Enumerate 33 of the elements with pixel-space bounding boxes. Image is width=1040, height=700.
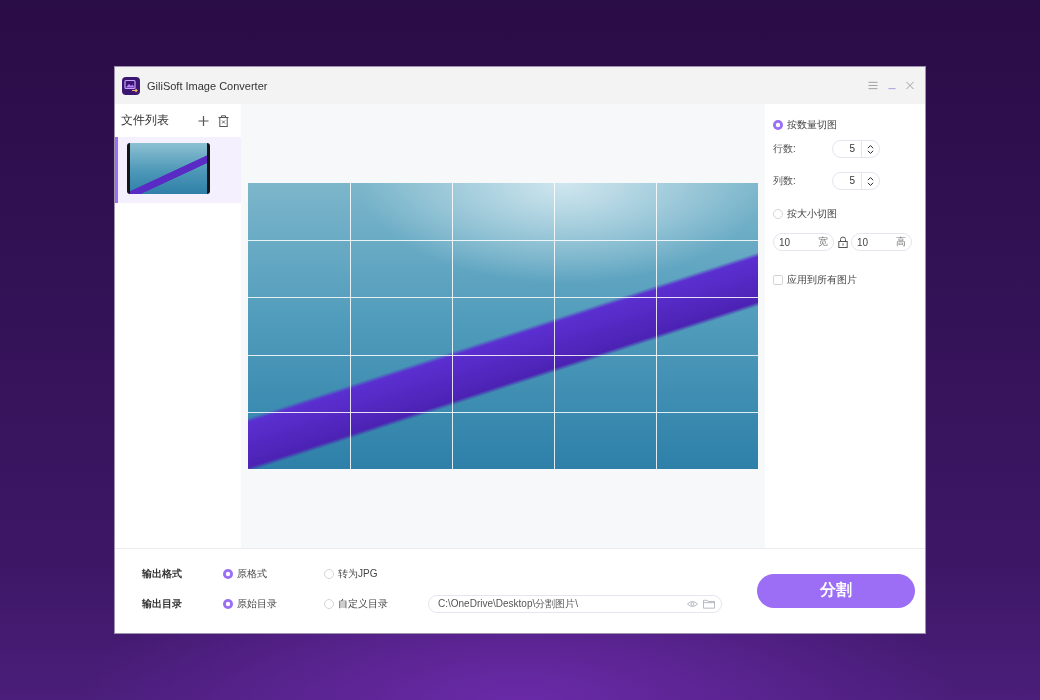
- radio-button[interactable]: [324, 599, 334, 609]
- radio-button[interactable]: [773, 209, 783, 219]
- trash-icon[interactable]: [218, 114, 229, 127]
- eye-icon[interactable]: [687, 600, 698, 608]
- radio-label: 按数量切图: [787, 118, 837, 132]
- file-list-item[interactable]: [115, 137, 241, 203]
- radio-label: 转为JPG: [338, 567, 378, 581]
- radio-button[interactable]: [773, 120, 783, 130]
- radio-label: 按大小切图: [787, 207, 837, 221]
- field-label: 列数:: [773, 174, 797, 188]
- unit-label: 高: [896, 235, 906, 249]
- app-logo-icon: [122, 76, 140, 95]
- field-label: 行数:: [773, 142, 797, 156]
- stepper-arrows-icon[interactable]: [867, 175, 874, 187]
- split-button[interactable]: 分割: [757, 573, 915, 608]
- add-icon[interactable]: [198, 114, 209, 127]
- radio-label: 自定义目录: [338, 597, 388, 611]
- stepper-arrows-icon[interactable]: [867, 143, 874, 155]
- radio-button[interactable]: [223, 569, 233, 579]
- menu-icon[interactable]: [867, 81, 879, 90]
- setting-label: 输出目录: [142, 597, 183, 611]
- radio-label: 原始目录: [237, 597, 277, 611]
- checkbox[interactable]: [773, 275, 783, 285]
- window-title: GiliSoft Image Converter: [147, 79, 268, 92]
- panel-title: 文件列表: [121, 112, 169, 129]
- radio-button[interactable]: [223, 599, 233, 609]
- setting-label: 输出格式: [142, 567, 183, 581]
- radio-label: 原格式: [237, 567, 267, 581]
- lock-icon[interactable]: [838, 236, 848, 248]
- unit-label: 宽: [818, 235, 828, 249]
- radio-button[interactable]: [324, 569, 334, 579]
- folder-icon[interactable]: [703, 599, 715, 609]
- checkbox-label: 应用到所有图片: [787, 273, 857, 287]
